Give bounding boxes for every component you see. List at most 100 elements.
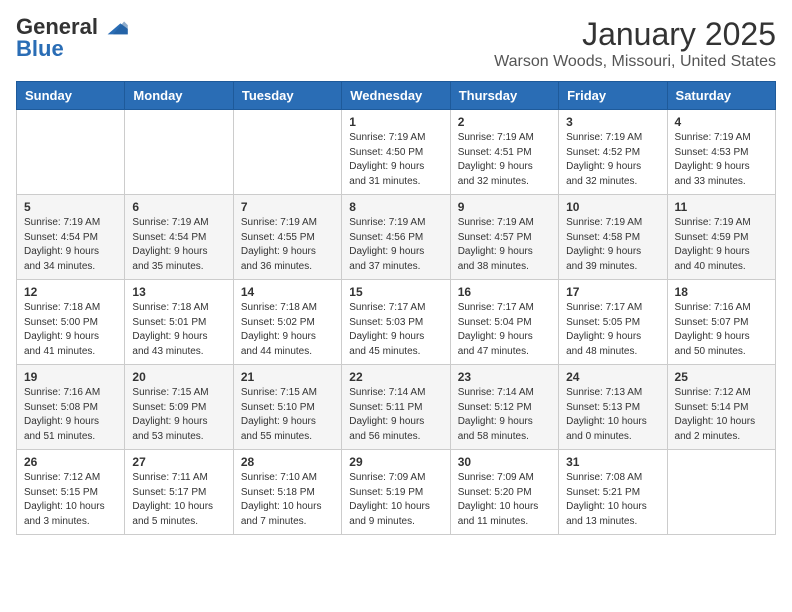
day-info: Sunrise: 7:14 AMSunset: 5:11 PMDaylight:… (349, 386, 442, 444)
day-number: 3 (566, 115, 659, 129)
day-number: 27 (132, 455, 225, 469)
day-info: Sunrise: 7:12 AMSunset: 5:15 PMDaylight:… (24, 471, 117, 529)
calendar-cell: 27Sunrise: 7:11 AMSunset: 5:17 PMDayligh… (125, 450, 233, 535)
calendar-cell: 18Sunrise: 7:16 AMSunset: 5:07 PMDayligh… (667, 280, 775, 365)
weekday-header-saturday: Saturday (667, 82, 775, 110)
calendar-cell (233, 110, 341, 195)
calendar-cell: 8 Sunrise: 7:19 AMSunset: 4:56 PMDaylight… (342, 195, 450, 280)
day-info: Sunrise: 7:10 AMSunset: 5:18 PMDaylight:… (241, 471, 334, 529)
calendar-cell (667, 450, 775, 535)
day-number: 21 (241, 370, 334, 384)
weekday-header-sunday: Sunday (17, 82, 125, 110)
calendar-cell: 23Sunrise: 7:14 AMSunset: 5:12 PMDayligh… (450, 365, 558, 450)
day-info: Sunrise: 7:18 AMSunset: 5:00 PMDaylight:… (24, 301, 117, 359)
day-info: Sunrise: 7:17 AMSunset: 5:03 PMDaylight:… (349, 301, 442, 359)
calendar-cell: 13 Sunrise: 7:18 AMSunset: 5:01 PMDayligh… (125, 280, 233, 365)
calendar-cell: 28 Sunrise: 7:10 AMSunset: 5:18 PMDayligh… (233, 450, 341, 535)
day-info: Sunrise: 7:13 AMSunset: 5:13 PMDaylight:… (566, 386, 659, 444)
calendar-cell: 19Sunrise: 7:16 AMSunset: 5:08 PMDayligh… (17, 365, 125, 450)
title-block: January 2025 Warson Woods, Missouri, Uni… (494, 16, 776, 71)
day-info: Sunrise: 7:18 AMSunset: 5:02 PMDaylight:… (241, 301, 334, 359)
day-number: 22 (349, 370, 442, 384)
calendar-week-3: 12 Sunrise: 7:18 AMSunset: 5:00 PMDayligh… (17, 280, 776, 365)
calendar-cell: 26 Sunrise: 7:12 AMSunset: 5:15 PMDayligh… (17, 450, 125, 535)
calendar-cell: 22 Sunrise: 7:14 AMSunset: 5:11 PMDayligh… (342, 365, 450, 450)
day-number: 1 (349, 115, 442, 129)
day-number: 17 (566, 285, 659, 299)
weekday-header-wednesday: Wednesday (342, 82, 450, 110)
weekday-header-row: SundayMondayTuesdayWednesdayThursdayFrid… (17, 82, 776, 110)
day-number: 6 (132, 200, 225, 214)
logo: General Blue (16, 16, 128, 62)
calendar-cell: 1 Sunrise: 7:19 AMSunset: 4:50 PMDaylight… (342, 110, 450, 195)
calendar-cell: 21 Sunrise: 7:15 AMSunset: 5:10 PMDayligh… (233, 365, 341, 450)
day-info: Sunrise: 7:09 AMSunset: 5:20 PMDaylight:… (458, 471, 551, 529)
calendar-table: SundayMondayTuesdayWednesdayThursdayFrid… (16, 81, 776, 535)
calendar-subtitle: Warson Woods, Missouri, United States (494, 53, 776, 71)
day-number: 2 (458, 115, 551, 129)
day-number: 12 (24, 285, 117, 299)
day-info: Sunrise: 7:17 AMSunset: 5:05 PMDaylight:… (566, 301, 659, 359)
day-number: 10 (566, 200, 659, 214)
day-number: 13 (132, 285, 225, 299)
calendar-cell: 3 Sunrise: 7:19 AMSunset: 4:52 PMDaylight… (559, 110, 667, 195)
day-number: 26 (24, 455, 117, 469)
day-info: Sunrise: 7:19 AMSunset: 4:54 PMDaylight:… (132, 216, 225, 274)
day-info: Sunrise: 7:14 AMSunset: 5:12 PMDaylight:… (458, 386, 551, 444)
day-info: Sunrise: 7:08 AMSunset: 5:21 PMDaylight:… (566, 471, 659, 529)
calendar-body: 1 Sunrise: 7:19 AMSunset: 4:50 PMDaylight… (17, 110, 776, 535)
day-info: Sunrise: 7:19 AMSunset: 4:52 PMDaylight:… (566, 131, 659, 189)
weekday-header-tuesday: Tuesday (233, 82, 341, 110)
day-info: Sunrise: 7:19 AMSunset: 4:57 PMDaylight:… (458, 216, 551, 274)
logo-icon (100, 16, 128, 38)
calendar-week-2: 5 Sunrise: 7:19 AMSunset: 4:54 PMDaylight… (17, 195, 776, 280)
day-number: 16 (458, 285, 551, 299)
day-number: 29 (349, 455, 442, 469)
weekday-header-thursday: Thursday (450, 82, 558, 110)
day-number: 31 (566, 455, 659, 469)
calendar-cell: 7Sunrise: 7:19 AMSunset: 4:55 PMDaylight… (233, 195, 341, 280)
calendar-cell: 5 Sunrise: 7:19 AMSunset: 4:54 PMDaylight… (17, 195, 125, 280)
day-number: 28 (241, 455, 334, 469)
calendar-cell: 2Sunrise: 7:19 AMSunset: 4:51 PMDaylight… (450, 110, 558, 195)
day-info: Sunrise: 7:19 AMSunset: 4:50 PMDaylight:… (349, 131, 442, 189)
calendar-cell: 29 Sunrise: 7:09 AMSunset: 5:19 PMDayligh… (342, 450, 450, 535)
day-number: 5 (24, 200, 117, 214)
calendar-cell: 20 Sunrise: 7:15 AMSunset: 5:09 PMDayligh… (125, 365, 233, 450)
day-number: 14 (241, 285, 334, 299)
calendar-cell: 17 Sunrise: 7:17 AMSunset: 5:05 PMDayligh… (559, 280, 667, 365)
calendar-week-4: 19Sunrise: 7:16 AMSunset: 5:08 PMDayligh… (17, 365, 776, 450)
day-number: 11 (675, 200, 768, 214)
calendar-cell: 16Sunrise: 7:17 AMSunset: 5:04 PMDayligh… (450, 280, 558, 365)
calendar-cell: 25Sunrise: 7:12 AMSunset: 5:14 PMDayligh… (667, 365, 775, 450)
day-number: 25 (675, 370, 768, 384)
calendar-title: January 2025 (494, 16, 776, 53)
day-info: Sunrise: 7:19 AMSunset: 4:59 PMDaylight:… (675, 216, 768, 274)
calendar-cell (125, 110, 233, 195)
calendar-week-5: 26 Sunrise: 7:12 AMSunset: 5:15 PMDayligh… (17, 450, 776, 535)
day-number: 8 (349, 200, 442, 214)
day-info: Sunrise: 7:15 AMSunset: 5:10 PMDaylight:… (241, 386, 334, 444)
day-info: Sunrise: 7:19 AMSunset: 4:58 PMDaylight:… (566, 216, 659, 274)
day-number: 20 (132, 370, 225, 384)
weekday-header-friday: Friday (559, 82, 667, 110)
calendar-cell: 24 Sunrise: 7:13 AMSunset: 5:13 PMDayligh… (559, 365, 667, 450)
day-number: 24 (566, 370, 659, 384)
day-info: Sunrise: 7:16 AMSunset: 5:07 PMDaylight:… (675, 301, 768, 359)
weekday-header-monday: Monday (125, 82, 233, 110)
calendar-cell: 12 Sunrise: 7:18 AMSunset: 5:00 PMDayligh… (17, 280, 125, 365)
day-info: Sunrise: 7:09 AMSunset: 5:19 PMDaylight:… (349, 471, 442, 529)
day-number: 30 (458, 455, 551, 469)
day-number: 4 (675, 115, 768, 129)
calendar-cell (17, 110, 125, 195)
day-info: Sunrise: 7:19 AMSunset: 4:54 PMDaylight:… (24, 216, 117, 274)
calendar-cell: 31 Sunrise: 7:08 AMSunset: 5:21 PMDayligh… (559, 450, 667, 535)
day-number: 19 (24, 370, 117, 384)
calendar-cell: 11 Sunrise: 7:19 AMSunset: 4:59 PMDayligh… (667, 195, 775, 280)
day-info: Sunrise: 7:18 AMSunset: 5:01 PMDaylight:… (132, 301, 225, 359)
day-info: Sunrise: 7:19 AMSunset: 4:56 PMDaylight:… (349, 216, 442, 274)
calendar-cell: 6 Sunrise: 7:19 AMSunset: 4:54 PMDaylight… (125, 195, 233, 280)
calendar-cell: 4Sunrise: 7:19 AMSunset: 4:53 PMDaylight… (667, 110, 775, 195)
day-info: Sunrise: 7:15 AMSunset: 5:09 PMDaylight:… (132, 386, 225, 444)
calendar-cell: 30 Sunrise: 7:09 AMSunset: 5:20 PMDayligh… (450, 450, 558, 535)
